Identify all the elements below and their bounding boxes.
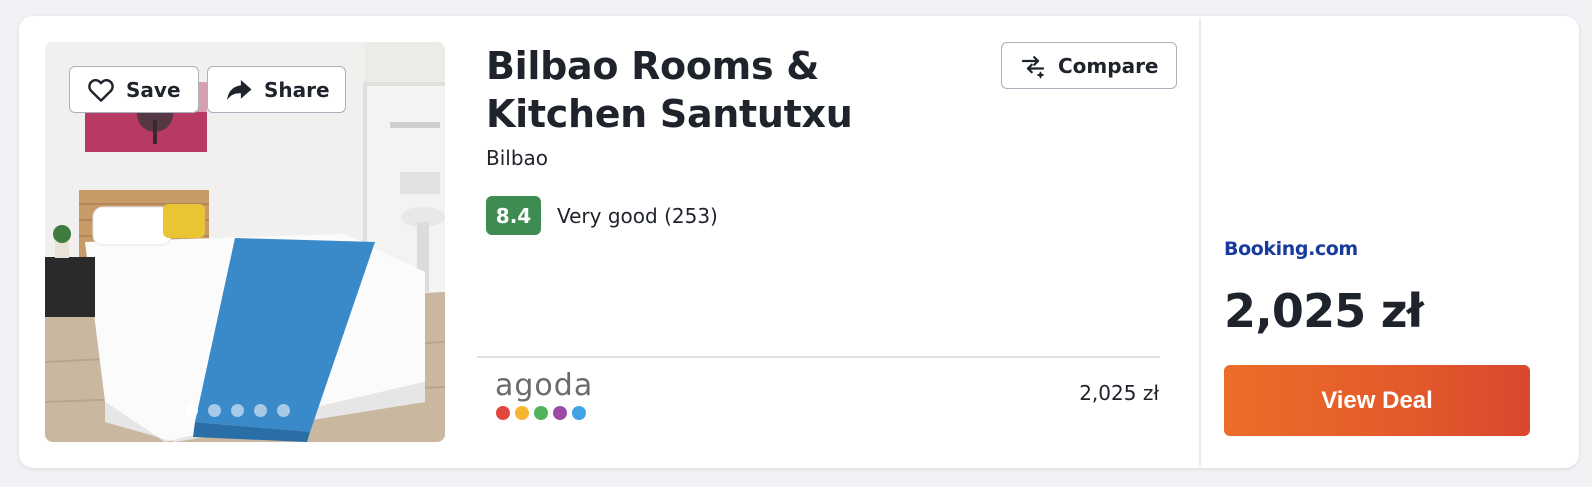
save-label: Save <box>126 77 181 102</box>
rating-label: Very good (253) <box>557 203 718 228</box>
share-arrow-icon <box>224 75 254 105</box>
share-label: Share <box>264 77 330 102</box>
hotel-result-card: Save Share Bilbao Rooms & Kitchen Santut… <box>19 16 1579 468</box>
rating-row[interactable]: 8.4 Very good (253) <box>486 196 718 235</box>
agoda-dot <box>515 406 529 420</box>
view-deal-button[interactable]: View Deal <box>1224 365 1530 436</box>
gallery-dot[interactable] <box>254 404 267 417</box>
compare-button[interactable]: Compare <box>1001 42 1177 89</box>
offer-divider <box>477 356 1160 358</box>
gallery-pagination <box>185 404 290 417</box>
hotel-name[interactable]: Bilbao Rooms & Kitchen Santutxu <box>486 42 966 138</box>
agoda-dot <box>534 406 548 420</box>
compare-label: Compare <box>1058 53 1159 78</box>
best-price: 2,025 zł <box>1224 284 1424 338</box>
heart-icon <box>86 75 116 105</box>
compare-arrows-icon <box>1018 51 1048 81</box>
agoda-dot <box>553 406 567 420</box>
gallery-dot[interactable] <box>277 404 290 417</box>
rating-score-badge: 8.4 <box>486 196 541 235</box>
gallery-dot[interactable] <box>185 404 198 417</box>
booking-provider-logo[interactable]: Booking.com <box>1224 238 1358 260</box>
agoda-logo-text: agoda <box>495 368 594 403</box>
save-button[interactable]: Save <box>69 66 199 113</box>
agoda-logo-dots <box>495 406 595 420</box>
hotel-location: Bilbao <box>486 146 549 170</box>
share-button[interactable]: Share <box>207 66 346 113</box>
gallery-dot[interactable] <box>208 404 221 417</box>
gallery-dot[interactable] <box>231 404 244 417</box>
agoda-dot <box>496 406 510 420</box>
agoda-price[interactable]: 2,025 zł <box>1059 381 1159 405</box>
hotel-photo[interactable]: Save Share <box>45 42 445 442</box>
agoda-logo[interactable]: agoda <box>495 368 595 428</box>
deal-panel-divider <box>1199 18 1201 466</box>
agoda-dot <box>572 406 586 420</box>
